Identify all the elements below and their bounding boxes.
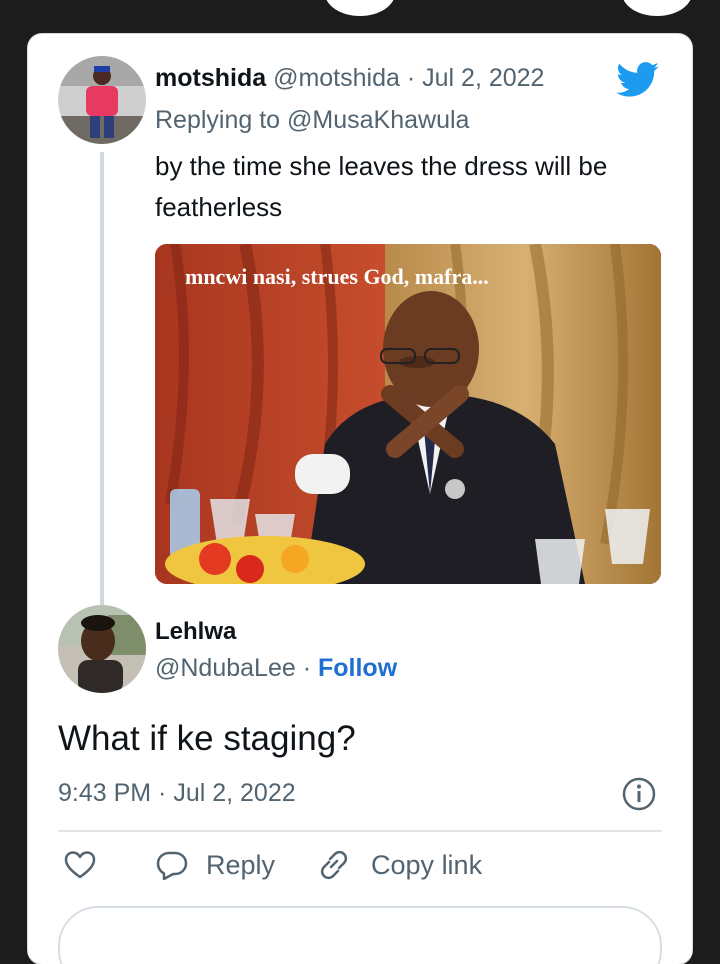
separator-dot: · <box>302 654 312 682</box>
separator-dot: · <box>406 64 416 92</box>
tweet-embed-card: motshida @motshida · Jul 2, 2022 Replyin… <box>28 34 692 964</box>
tweet-date[interactable]: Jul 2, 2022 <box>422 64 544 92</box>
main-tweet-text: What if ke staging? <box>58 719 356 758</box>
like-button[interactable] <box>64 850 96 880</box>
info-icon[interactable] <box>622 777 656 811</box>
replying-to-handle[interactable]: @MusaKhawula <box>287 106 469 134</box>
copy-link-button[interactable]: Copy link <box>317 849 482 881</box>
media-caption: mncwi nasi, strues God, mafra... <box>185 264 489 289</box>
reply-header: motshida @motshida · Jul 2, 2022 <box>155 64 544 93</box>
top-circle-left <box>325 0 395 16</box>
copy-link-label: Copy link <box>371 849 483 880</box>
reply-tweet-text: by the time she leaves the dress will be… <box>155 151 608 222</box>
thread-line <box>100 152 104 636</box>
main-author-name[interactable]: Lehlwa <box>155 618 236 646</box>
avatar-motshida[interactable] <box>58 56 146 144</box>
top-circle-right <box>622 0 692 16</box>
replying-to-line: Replying to @MusaKhawula <box>155 106 469 135</box>
heart-icon <box>64 851 96 879</box>
reply-button[interactable]: Reply <box>156 850 275 881</box>
follow-button[interactable]: Follow <box>318 654 397 682</box>
twitter-bird-icon[interactable] <box>616 62 660 98</box>
author-handle[interactable]: @motshida <box>273 64 400 92</box>
author-name[interactable]: motshida <box>155 64 266 92</box>
reply-bubble-icon <box>156 851 188 880</box>
link-icon <box>320 850 348 880</box>
read-replies-button[interactable] <box>58 906 662 964</box>
reply-label: Reply <box>206 849 276 880</box>
replying-prefix: Replying to <box>155 106 281 134</box>
main-author-line: @NdubaLee · Follow <box>155 654 397 683</box>
tweet-timestamp[interactable]: 9:43 PM · Jul 2, 2022 <box>58 779 296 808</box>
avatar-lehlwa[interactable] <box>58 605 146 693</box>
tweet-media-image[interactable]: mncwi nasi, strues God, mafra... <box>155 244 661 584</box>
divider <box>58 830 662 832</box>
tweet-actions: Reply Copy link <box>64 849 482 881</box>
main-author-handle[interactable]: @NdubaLee <box>155 654 296 682</box>
